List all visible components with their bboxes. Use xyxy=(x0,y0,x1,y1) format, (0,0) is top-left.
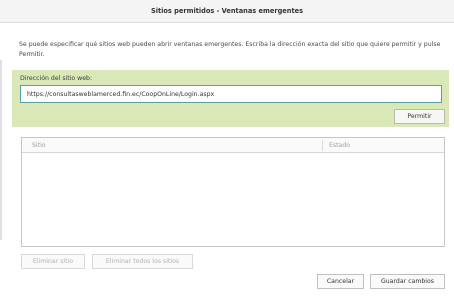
window-edge xyxy=(0,60,2,240)
dialog-titlebar: Sitios permitidos - Ventanas emergentes xyxy=(0,0,454,23)
dialog-description: Se puede especificar qué sitios web pued… xyxy=(19,41,441,58)
address-label: Dirección del sitio web: xyxy=(20,75,93,82)
allow-button[interactable]: Permitir xyxy=(394,109,445,124)
column-header-status[interactable]: Estado xyxy=(329,142,350,149)
remove-site-button[interactable]: Eliminar sitio xyxy=(21,254,85,269)
sites-table[interactable]: Sitio Estado xyxy=(21,137,445,247)
column-header-site[interactable]: Sitio xyxy=(32,142,46,149)
column-divider xyxy=(322,140,323,151)
cancel-button[interactable]: Cancelar xyxy=(317,274,364,289)
dialog-title: Sitios permitidos - Ventanas emergentes xyxy=(150,7,304,15)
website-address-input[interactable] xyxy=(20,85,442,103)
table-header: Sitio Estado xyxy=(22,138,444,153)
remove-all-sites-button[interactable]: Eliminar todos los sitios xyxy=(92,254,193,269)
save-changes-button[interactable]: Guardar cambios xyxy=(370,274,445,289)
address-panel: Dirección del sitio web: Permitir xyxy=(12,70,449,127)
